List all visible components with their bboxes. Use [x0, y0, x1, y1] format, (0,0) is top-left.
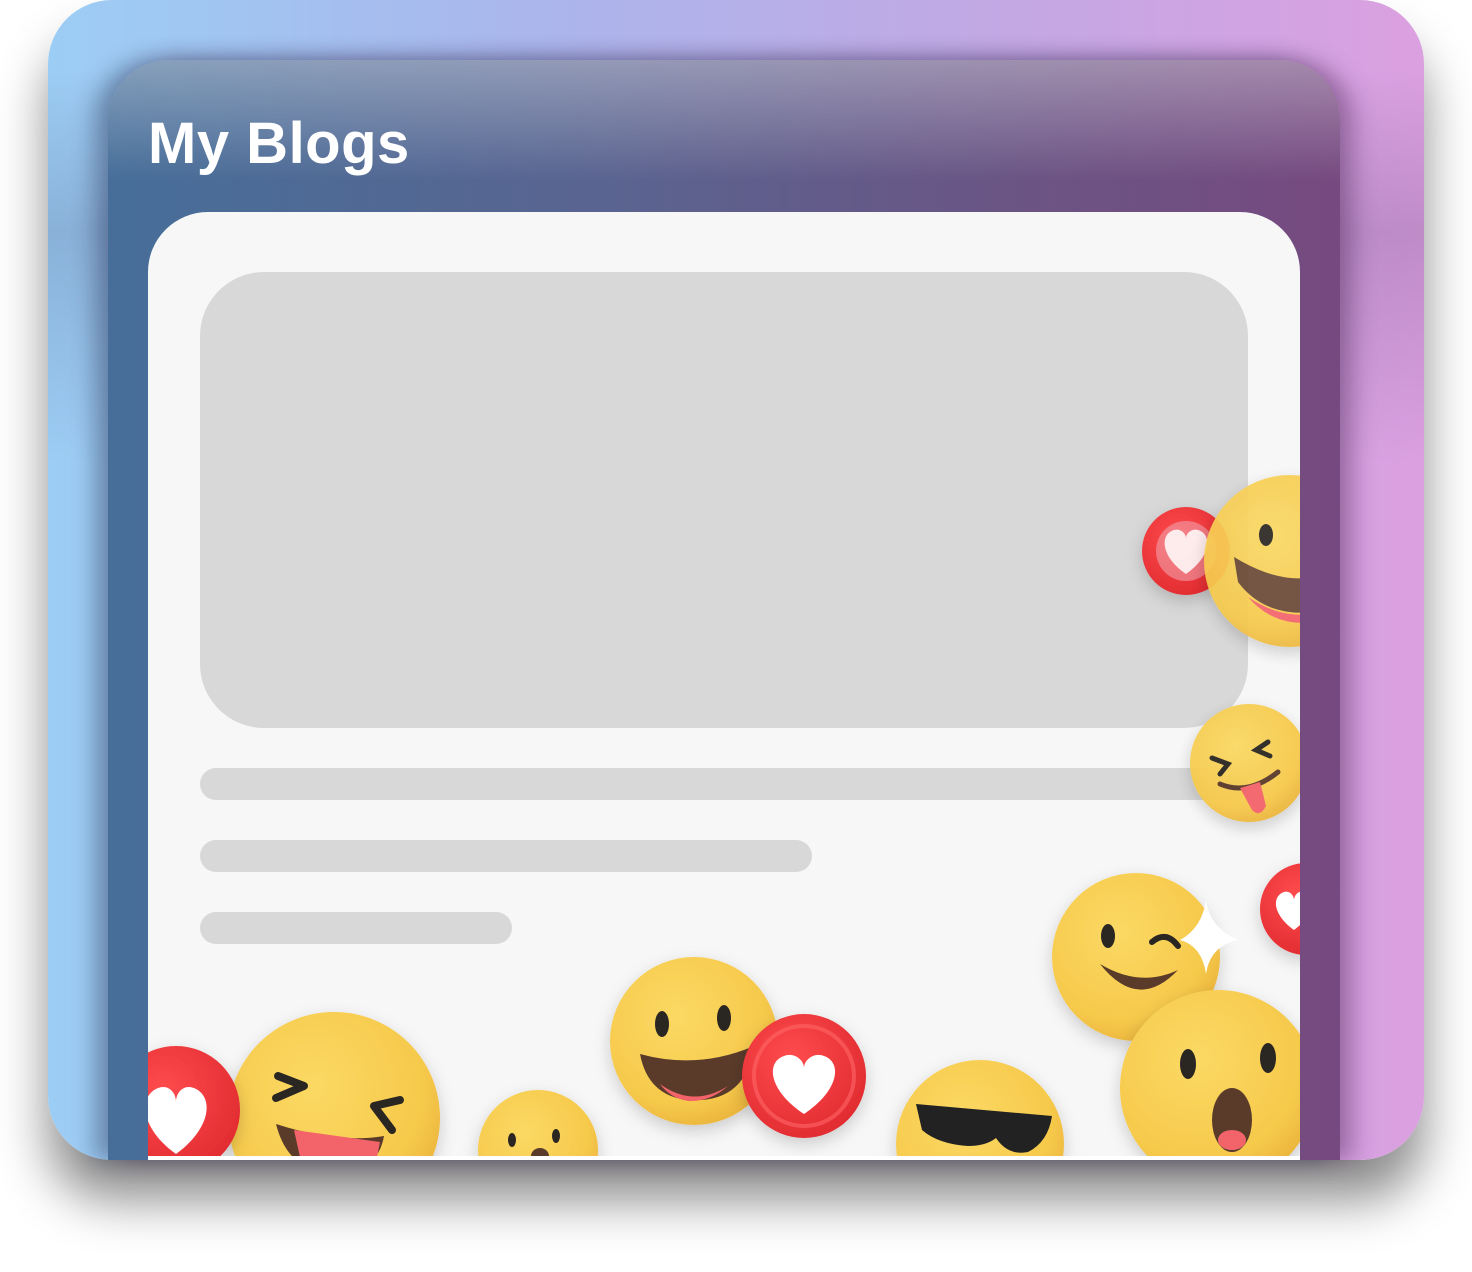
page-title: My Blogs: [148, 111, 410, 176]
heart-icon: [148, 1046, 240, 1160]
grin-emoji-icon: [1204, 475, 1300, 647]
emoji-reactions-overlay: [148, 475, 1300, 1160]
blog-card-skeleton[interactable]: [148, 212, 1300, 1160]
card-bottom-edge: [148, 1156, 1300, 1160]
heart-icon: [742, 1014, 866, 1138]
blog-panel: My Blogs: [108, 60, 1340, 1160]
heart-icon: [1260, 863, 1300, 955]
small-surprised-emoji-icon: [478, 1090, 598, 1160]
squint-tongue-emoji-icon: [228, 1012, 440, 1160]
tongue-wink-emoji-icon: [1190, 704, 1300, 822]
sunglasses-emoji-icon: [896, 1060, 1064, 1160]
